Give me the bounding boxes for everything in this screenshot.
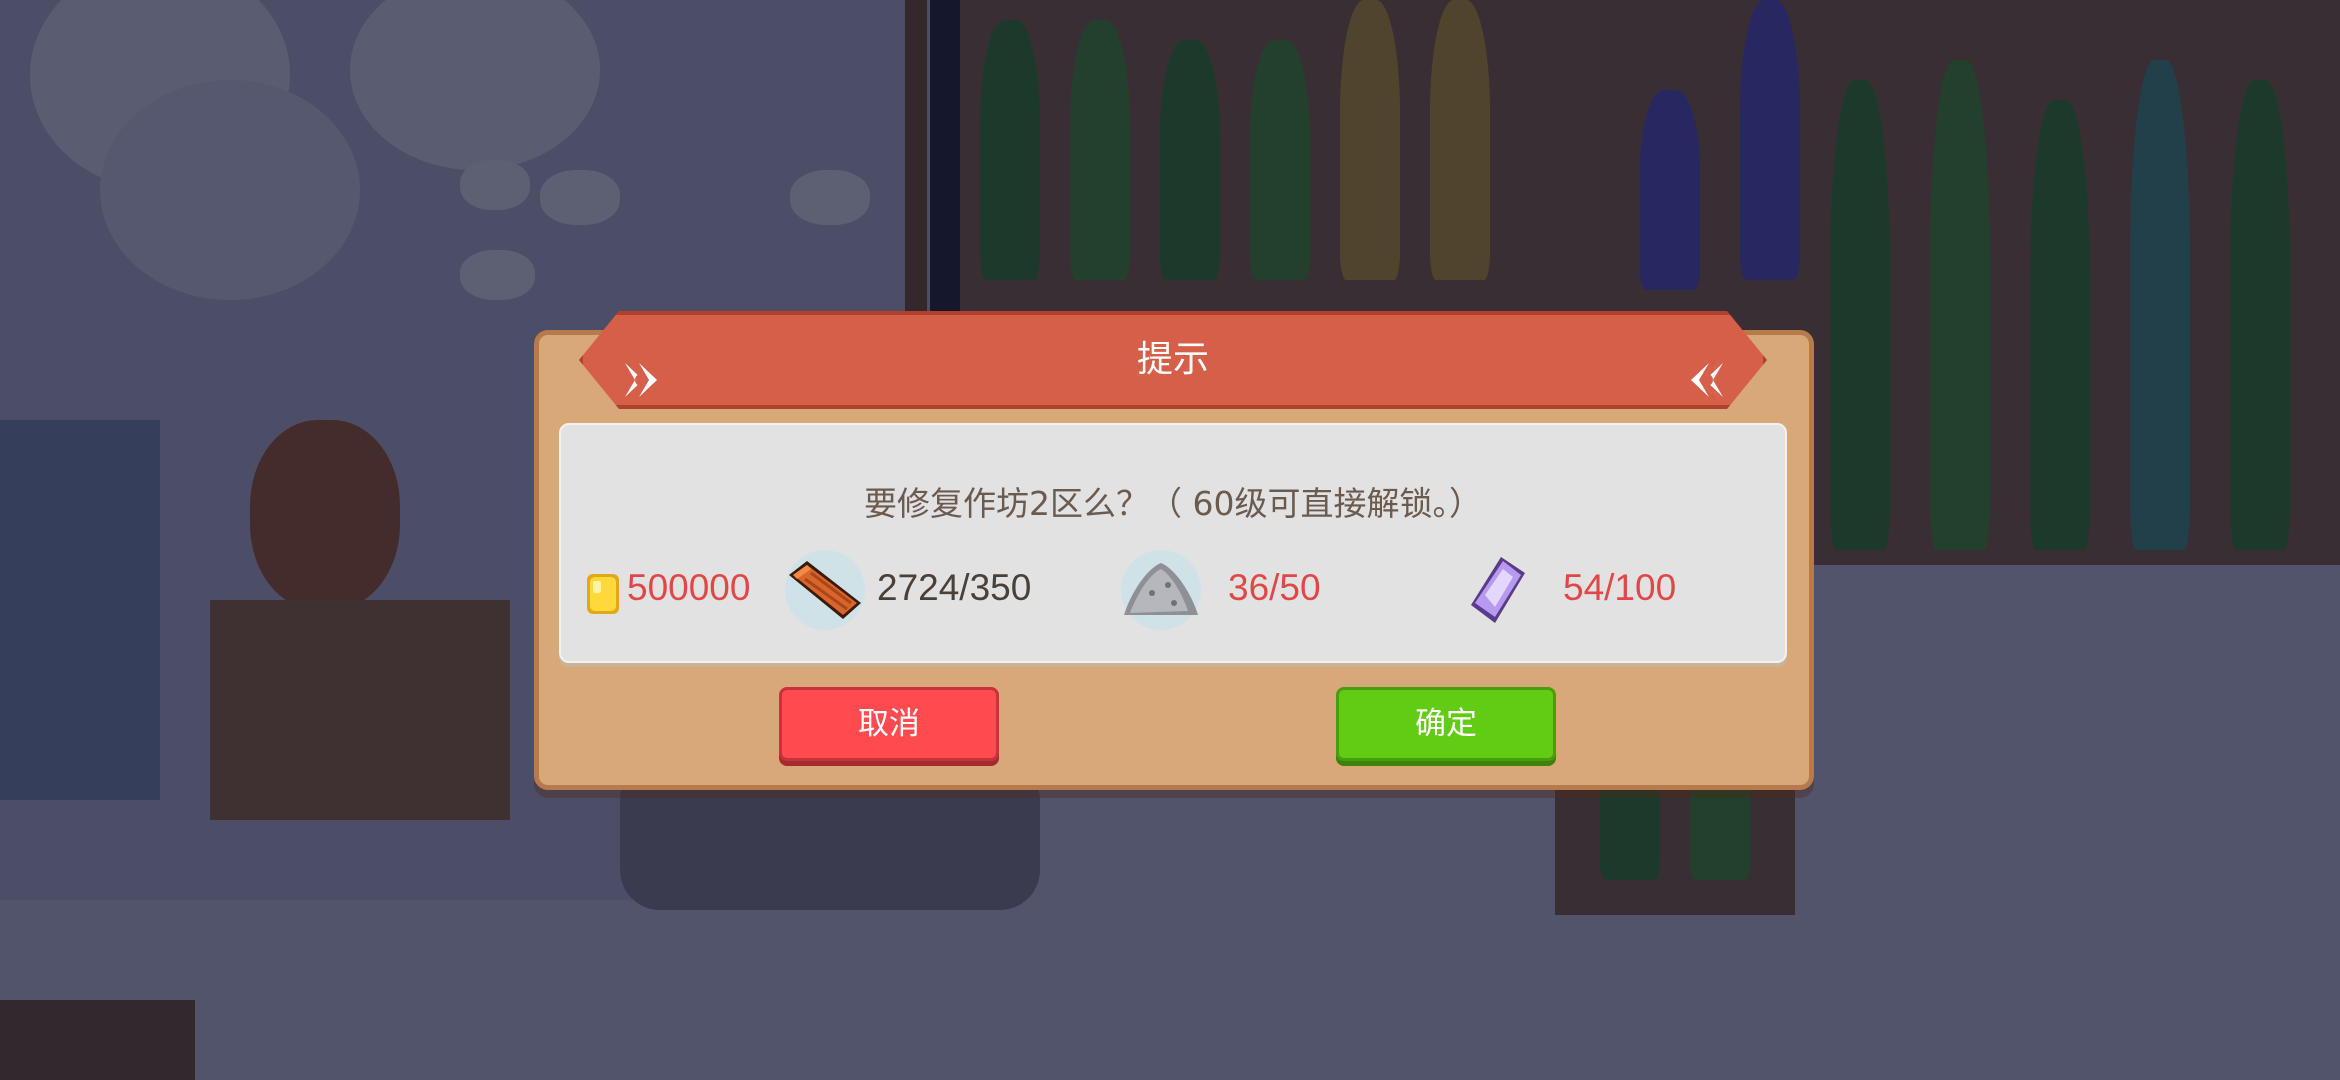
dialog-content-panel: 要修复作坊2区么？（ 60级可直接解锁。） 500000 2724/350 36… [559,423,1787,663]
purple-crystal-icon [1471,557,1525,623]
arrow-ornament-icon [625,363,657,397]
stone-pile-icon [1121,550,1201,630]
dialog-title: 提示 [1136,339,1209,380]
cost-crystal-amount: 54/100 [1563,567,1677,608]
cost-gold-amount: 500000 [627,567,751,608]
cancel-button[interactable]: 取消 [779,687,999,761]
confirm-button[interactable]: 确定 [1336,687,1556,761]
dialog-message: 要修复作坊2区么？（ 60级可直接解锁。） [864,484,1482,523]
cost-stone-amount: 36/50 [1228,567,1321,608]
repair-workshop-dialog: 提示 要修复作坊2区么？（ 60级可直接解锁。） 500000 2724/350… [534,330,1814,790]
dialog-header: 提示 [579,311,1767,409]
arrow-ornament-icon [1691,363,1723,397]
cost-wood-amount: 2724/350 [877,567,1032,608]
gold-coin-icon [587,574,619,614]
wood-plank-icon [785,550,865,630]
game-scene: 提示 要修复作坊2区么？（ 60级可直接解锁。） 500000 2724/350… [0,0,2340,1080]
